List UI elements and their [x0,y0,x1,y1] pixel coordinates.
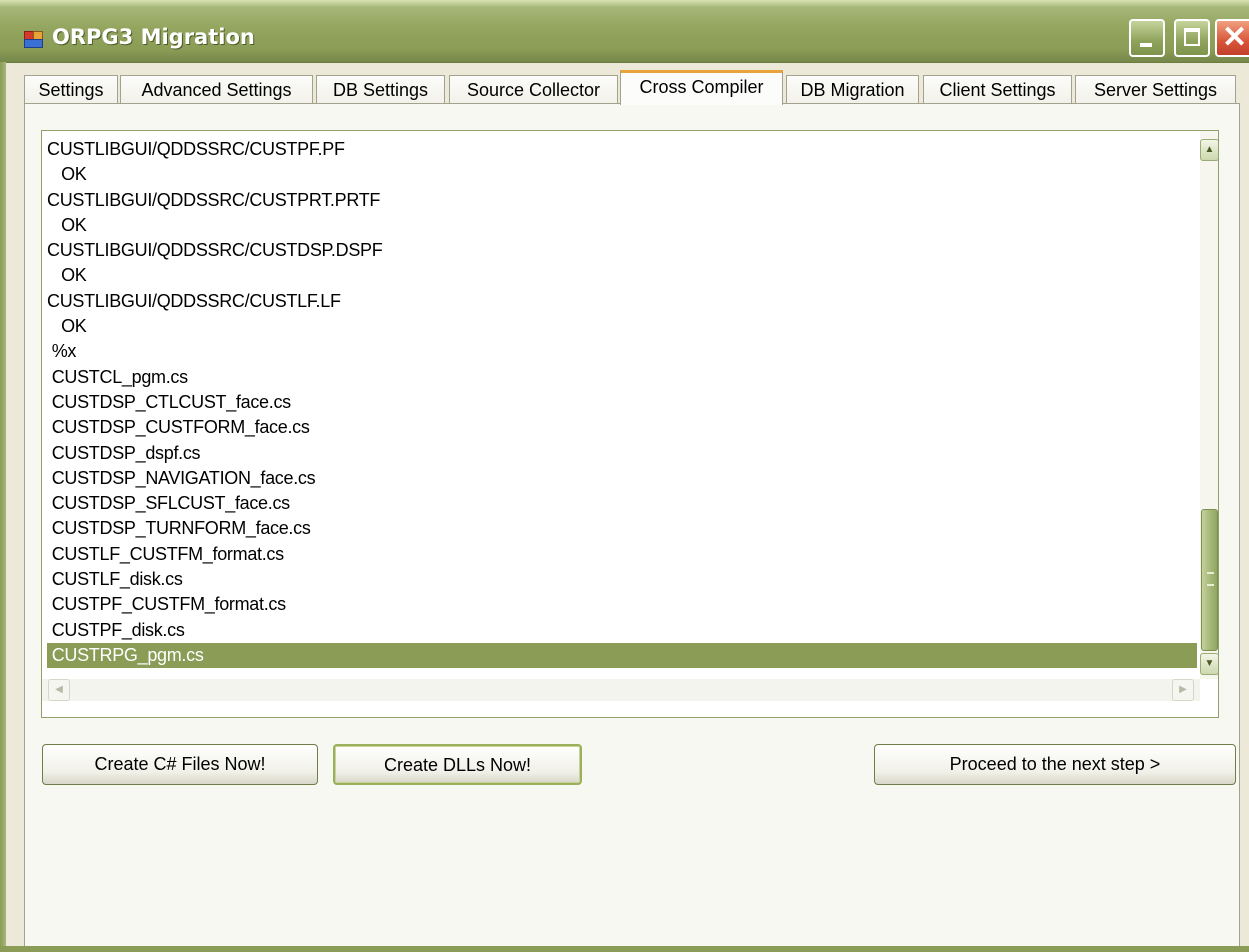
output-lines: CUSTLIBGUI/QDDSSRC/CUSTPF.PF OK CUSTLIBG… [47,137,1197,669]
maximize-icon [1184,28,1200,46]
chevron-up-icon: ▲ [1204,144,1215,155]
tab-client-settings[interactable]: Client Settings [923,75,1072,103]
scroll-up-button[interactable]: ▲ [1200,139,1218,161]
scroll-left-button[interactable]: ◀ [48,679,70,701]
list-item[interactable]: OK [47,314,1197,339]
compiler-output-list[interactable]: CUSTLIBGUI/QDDSSRC/CUSTPF.PF OK CUSTLIBG… [41,130,1219,718]
chevron-right-icon: ▶ [1179,684,1187,695]
list-item[interactable]: CUSTDSP_SFLCUST_face.cs [47,491,1197,516]
maximize-button[interactable] [1174,19,1210,57]
window-frame-bottom [0,946,1249,952]
horizontal-scrollbar[interactable]: ◀ ▶ [42,679,1200,701]
list-item[interactable]: CUSTLF_disk.cs [47,567,1197,592]
chevron-down-icon: ▼ [1204,658,1215,669]
list-item[interactable]: CUSTDSP_CTLCUST_face.cs [47,390,1197,415]
list-item[interactable]: CUSTLIBGUI/QDDSSRC/CUSTLF.LF [47,289,1197,314]
list-item-selected[interactable]: CUSTRPG_pgm.cs [47,642,1197,669]
list-item[interactable]: CUSTPF_CUSTFM_format.cs [47,592,1197,617]
list-item[interactable]: OK [47,263,1197,288]
proceed-next-step-button[interactable]: Proceed to the next step > [874,744,1236,785]
scroll-right-button[interactable]: ▶ [1172,679,1194,701]
tab-source-collector[interactable]: Source Collector [449,75,618,103]
vertical-scrollbar[interactable]: ▲ ▼ [1200,131,1218,679]
tab-cross-compiler[interactable]: Cross Compiler [620,70,783,105]
list-item[interactable]: %x [47,339,1197,364]
create-cs-files-button[interactable]: Create C# Files Now! [42,744,318,785]
grip-icon [1207,572,1214,586]
list-item[interactable]: CUSTLIBGUI/QDDSSRC/CUSTPRT.PRTF [47,188,1197,213]
tab-db-migration[interactable]: DB Migration [786,75,919,103]
close-icon: ✕ [1222,21,1248,54]
tab-settings[interactable]: Settings [24,75,118,103]
create-dlls-button[interactable]: Create DLLs Now! [333,744,582,785]
window-title: ORPG3 Migration [52,25,255,49]
tab-db-settings[interactable]: DB Settings [316,75,445,103]
list-item[interactable]: OK [47,213,1197,238]
list-item[interactable]: CUSTPF_disk.cs [47,618,1197,643]
title-bar[interactable]: ORPG3 Migration ✕ [0,0,1249,63]
list-item[interactable]: CUSTDSP_dspf.cs [47,441,1197,466]
list-item[interactable]: OK [47,162,1197,187]
list-item[interactable]: CUSTLIBGUI/QDDSSRC/CUSTDSP.DSPF [47,238,1197,263]
scroll-thumb[interactable] [1201,509,1218,651]
scroll-down-button[interactable]: ▼ [1200,653,1218,675]
list-item[interactable]: CUSTDSP_TURNFORM_face.cs [47,516,1197,541]
list-item[interactable]: CUSTDSP_NAVIGATION_face.cs [47,466,1197,491]
tab-advanced-settings[interactable]: Advanced Settings [120,75,313,103]
list-item[interactable]: CUSTCL_pgm.cs [47,365,1197,390]
tab-server-settings[interactable]: Server Settings [1075,75,1236,103]
tab-strip: Settings Advanced Settings DB Settings S… [24,70,1249,105]
list-item[interactable]: CUSTDSP_CUSTFORM_face.cs [47,415,1197,440]
list-item[interactable]: CUSTLF_CUSTFM_format.cs [47,542,1197,567]
list-item[interactable]: CUSTLIBGUI/QDDSSRC/CUSTPF.PF [47,137,1197,162]
app-window: ORPG3 Migration ✕ Settings Advanced Sett… [0,0,1249,952]
app-icon [24,31,43,48]
minimize-icon [1140,43,1152,47]
window-frame-left [0,62,6,952]
minimize-button[interactable] [1129,19,1165,57]
chevron-left-icon: ◀ [55,684,63,695]
close-button[interactable]: ✕ [1215,19,1249,57]
